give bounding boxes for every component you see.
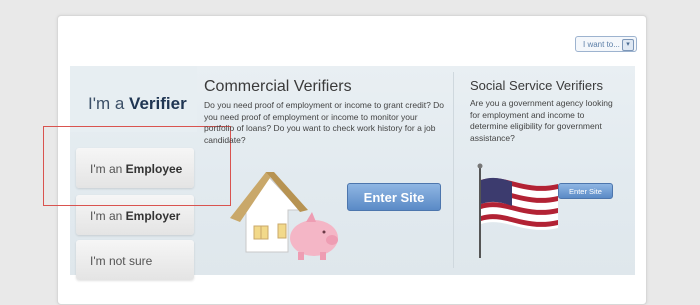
employer-bold: Employer — [125, 209, 181, 223]
employee-bold: Employee — [125, 162, 183, 176]
verifier-tab-label: I'm a Verifier — [88, 94, 187, 114]
section-divider — [453, 72, 454, 268]
commercial-description: Do you need proof of employment or incom… — [204, 100, 445, 145]
employee-prefix: I'm an — [90, 162, 123, 176]
verifier-prefix: I'm a — [88, 94, 125, 113]
tab-not-sure[interactable]: I'm not sure — [76, 240, 194, 280]
tab-employee[interactable]: I'm an Employee — [76, 148, 194, 188]
american-flag-image — [477, 163, 558, 258]
commercial-enter-site-button[interactable]: Enter Site — [347, 183, 441, 211]
social-service-description: Are you a government agency looking for … — [470, 98, 613, 143]
social-service-title: Social Service Verifiers — [470, 78, 603, 93]
verifier-bold: Verifier — [129, 94, 187, 113]
i-want-to-dropdown[interactable]: I want to... ▾ — [575, 36, 637, 52]
tab-verifier[interactable]: I'm a Verifier — [70, 66, 197, 132]
not-sure-label: I'm not sure — [90, 254, 153, 268]
social-service-enter-site-button[interactable]: Enter Site — [558, 183, 613, 199]
tab-employer[interactable]: I'm an Employer — [76, 195, 194, 235]
house-piggybank-image — [230, 172, 338, 260]
employer-prefix: I'm an — [90, 209, 123, 223]
commercial-title: Commercial Verifiers — [204, 78, 352, 95]
i-want-to-label: I want to... — [583, 40, 620, 49]
chevron-down-icon: ▾ — [622, 39, 634, 51]
